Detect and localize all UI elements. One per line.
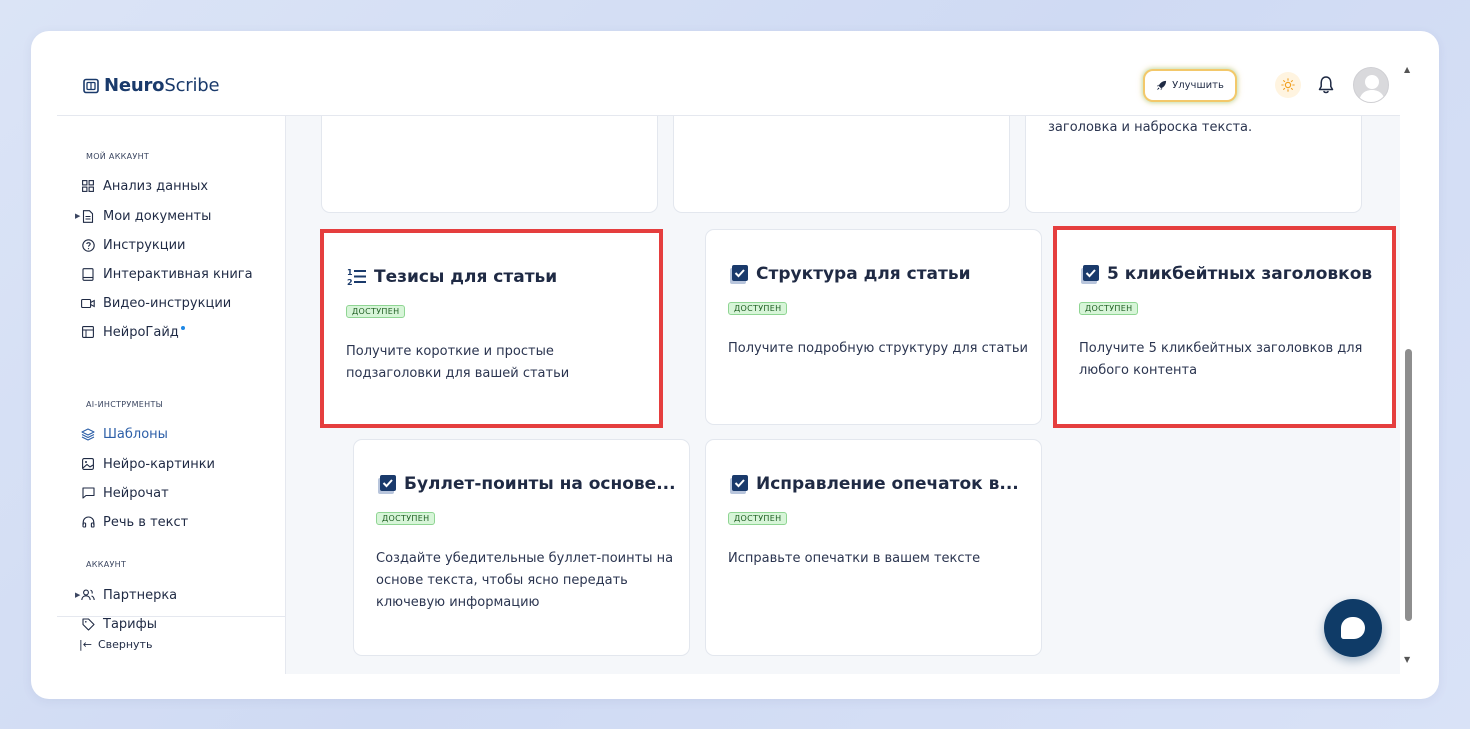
template-card-partial[interactable]: [321, 116, 658, 213]
checkbox-icon: [730, 265, 748, 284]
card-title: 1 2 Тезисы для статьи: [347, 267, 558, 287]
template-card-article-structure[interactable]: Структура для статьи ДОСТУПЕН Получите п…: [705, 229, 1042, 425]
bell-icon[interactable]: [1317, 75, 1335, 95]
card-description: заголовка и наброска текста.: [1048, 120, 1253, 135]
tag-icon: [81, 617, 95, 631]
caret-right-icon[interactable]: ▶: [75, 591, 80, 599]
theme-toggle-button[interactable]: [1275, 72, 1301, 98]
card-title: Структура для статьи: [728, 263, 971, 285]
sidebar-item-neurochat[interactable]: Нейрочат: [81, 482, 281, 504]
sun-icon: [1281, 78, 1295, 92]
list-numbered-icon: 1 2: [347, 268, 366, 287]
document-icon: [81, 209, 95, 223]
upgrade-label: Улучшить: [1172, 80, 1224, 91]
app-window: NeuroScribe Улучшить МОЙ АККАУНТ Анализ …: [31, 31, 1439, 699]
section-account: АККАУНТ: [86, 560, 127, 569]
card-title: 5 кликбейтных заголовков: [1079, 263, 1372, 285]
sidebar-item-partner[interactable]: ▶ Партнерка: [75, 584, 281, 606]
card-description: Исправьте опечатки в вашем тексте: [728, 551, 981, 566]
video-icon: [81, 296, 95, 310]
brand-name: NeuroScribe: [104, 75, 220, 96]
checkbox-icon: [730, 475, 748, 494]
card-description: Создайте убедительные буллет-поинты на о…: [376, 551, 674, 610]
sidebar-item-templates[interactable]: Шаблоны: [81, 423, 281, 445]
sidebar: МОЙ АККАУНТ Анализ данных ▶ Мои документ…: [57, 116, 286, 674]
users-icon: [81, 588, 95, 602]
template-card-typo-fix[interactable]: Исправление опечаток в... ДОСТУПЕН Испра…: [705, 439, 1042, 656]
vertical-scrollbar[interactable]: ▲ ▼: [1400, 61, 1416, 671]
card-description: Получите 5 кликбейтных заголовков для лю…: [1079, 341, 1363, 378]
template-card-bullet-points[interactable]: Буллет-поинты на основе... ДОСТУПЕН Созд…: [353, 439, 690, 656]
logo-icon: [83, 78, 99, 93]
status-badge: ДОСТУПЕН: [728, 512, 788, 525]
sidebar-item-instructions[interactable]: Инструкции: [81, 234, 281, 256]
templates-grid: заголовка и наброска текста. 1 2 Тезисы …: [286, 116, 1400, 674]
scroll-up-arrow-icon[interactable]: ▲: [1404, 65, 1410, 74]
svg-text:1: 1: [347, 268, 353, 277]
support-chat-button[interactable]: [1324, 599, 1382, 657]
collapse-sidebar-button[interactable]: |← Свернуть: [79, 638, 152, 651]
template-card-partial[interactable]: заголовка и наброска текста.: [1025, 116, 1362, 213]
status-badge: ДОСТУПЕН: [1079, 302, 1139, 315]
grid-icon: [81, 179, 95, 193]
section-ai-tools: AI-ИНСТРУМЕНТЫ: [86, 400, 164, 409]
chat-icon: [81, 486, 95, 500]
chat-bubble-icon: [1341, 617, 1365, 639]
image-icon: [81, 457, 95, 471]
status-badge: ДОСТУПЕН: [728, 302, 788, 315]
sidebar-item-neuroguide[interactable]: НейроГайд: [81, 321, 281, 343]
sidebar-item-video-instructions[interactable]: Видео-инструкции: [81, 292, 281, 314]
rocket-icon: [1157, 80, 1167, 91]
sidebar-item-neuro-images[interactable]: Нейро-картинки: [81, 453, 281, 475]
user-icon: [1359, 75, 1385, 102]
sidebar-item-data-analysis[interactable]: Анализ данных: [81, 175, 281, 197]
card-description: Получите подробную структуру для статьи: [728, 341, 1028, 356]
template-card-article-theses[interactable]: 1 2 Тезисы для статьи ДОСТУПЕН Получите …: [320, 229, 663, 428]
sidebar-item-my-documents[interactable]: ▶ Мои документы: [75, 205, 281, 227]
svg-text:2: 2: [347, 278, 353, 287]
brand-logo[interactable]: NeuroScribe: [83, 75, 220, 96]
template-card-clickbait-headlines[interactable]: 5 кликбейтных заголовков ДОСТУПЕН Получи…: [1053, 226, 1396, 428]
card-description: Получите короткие и простые подзаголовки…: [346, 344, 570, 381]
card-title: Исправление опечаток в...: [728, 473, 1019, 495]
checkbox-icon: [378, 475, 396, 494]
help-circle-icon: [81, 238, 95, 252]
checkbox-icon: [1081, 265, 1099, 284]
guide-icon: [81, 325, 95, 339]
collapse-arrow-icon: |←: [79, 638, 92, 651]
section-my-account: МОЙ АККАУНТ: [86, 152, 150, 161]
upgrade-button[interactable]: Улучшить: [1145, 71, 1235, 100]
sidebar-item-interactive-book[interactable]: Интерактивная книга: [81, 263, 281, 285]
top-header: NeuroScribe Улучшить: [57, 31, 1400, 116]
card-title: Буллет-поинты на основе...: [376, 473, 676, 495]
sidebar-item-speech-to-text[interactable]: Речь в текст: [81, 511, 281, 533]
template-card-partial[interactable]: [673, 116, 1010, 213]
status-badge: ДОСТУПЕН: [346, 305, 406, 318]
layers-icon: [81, 427, 95, 441]
caret-right-icon[interactable]: ▶: [75, 212, 80, 220]
scrollbar-thumb[interactable]: [1405, 349, 1412, 621]
user-avatar[interactable]: [1353, 67, 1389, 103]
book-icon: [81, 267, 95, 281]
new-indicator-dot: [180, 325, 185, 330]
headphones-icon: [81, 515, 95, 529]
status-badge: ДОСТУПЕН: [376, 512, 436, 525]
sidebar-divider: [57, 616, 286, 617]
scroll-down-arrow-icon[interactable]: ▼: [1404, 655, 1410, 664]
